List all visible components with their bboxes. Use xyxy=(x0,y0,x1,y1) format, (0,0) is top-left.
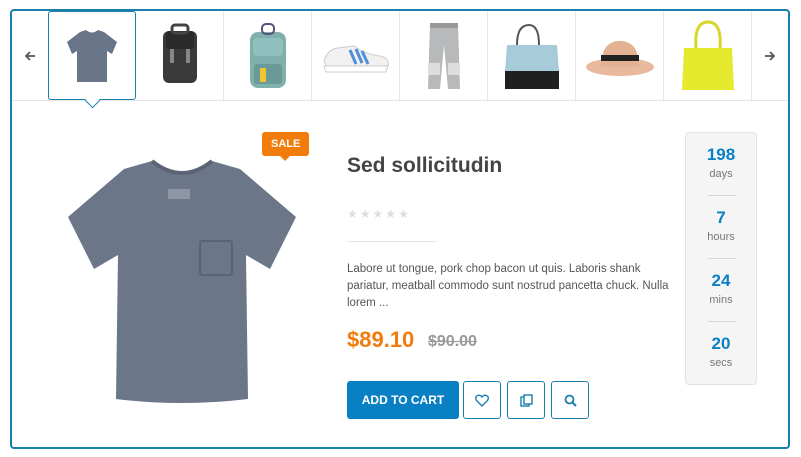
thumbnail-tote-blue[interactable] xyxy=(488,11,576,100)
sneaker-icon xyxy=(322,44,389,72)
backpack-icon xyxy=(162,23,197,83)
product-description: Labore ut tongue, pork chop bacon ut qui… xyxy=(347,263,669,309)
star-icon: ★ xyxy=(398,207,411,221)
countdown-mins: 24 mins xyxy=(686,271,756,306)
countdown-value: 20 xyxy=(711,334,731,353)
tote-bag-icon xyxy=(504,23,559,89)
thumbnail-tshirt[interactable] xyxy=(48,11,136,100)
arrow-left-icon xyxy=(24,50,35,61)
countdown-value: 198 xyxy=(706,145,736,164)
countdown-divider xyxy=(708,321,736,322)
thumbnail-tote-yellow[interactable] xyxy=(664,11,752,100)
arrow-right-icon xyxy=(765,50,776,61)
search-icon xyxy=(564,394,577,407)
heart-icon xyxy=(475,394,489,407)
thumbnail-backpack-teal[interactable] xyxy=(224,11,312,100)
hat-icon xyxy=(585,40,654,76)
divider xyxy=(347,241,437,242)
wishlist-button[interactable] xyxy=(463,381,501,419)
product-widget: SALE Sed sollicitudin ★★★★★ Labore ut to… xyxy=(10,9,790,449)
countdown-timer: 198 days 7 hours 24 mins 20 secs xyxy=(685,132,757,385)
tshirt-icon xyxy=(67,29,117,82)
star-icon: ★ xyxy=(359,207,373,221)
countdown-hours: 7 hours xyxy=(686,208,756,243)
thumbnail-hat[interactable] xyxy=(576,11,664,100)
quickview-button[interactable] xyxy=(551,381,589,419)
star-icon: ★ xyxy=(372,207,386,221)
countdown-secs: 20 secs xyxy=(686,334,756,369)
product-price: $89.10 xyxy=(347,327,415,352)
next-button[interactable] xyxy=(751,11,788,100)
product-title[interactable]: Sed sollicitudin xyxy=(347,154,502,178)
countdown-divider xyxy=(708,195,736,196)
thumbnail-sneaker[interactable] xyxy=(312,11,400,100)
pants-icon xyxy=(427,22,460,89)
countdown-label: days xyxy=(709,168,733,180)
countdown-label: hours xyxy=(707,231,735,243)
product-image xyxy=(52,151,312,421)
countdown-divider xyxy=(708,258,736,259)
countdown-value: 24 xyxy=(711,271,731,290)
tote-bag-icon xyxy=(681,19,734,90)
prev-button[interactable] xyxy=(12,11,49,100)
countdown-days: 198 days xyxy=(686,145,756,180)
compare-button[interactable] xyxy=(507,381,545,419)
sale-badge: SALE xyxy=(262,132,310,161)
product-old-price: $90.00 xyxy=(428,333,477,350)
add-to-cart-button[interactable]: ADD TO CART xyxy=(347,381,459,419)
copy-icon xyxy=(519,393,533,407)
backpack-icon xyxy=(249,22,286,88)
countdown-label: secs xyxy=(709,357,733,369)
countdown-value: 7 xyxy=(716,208,726,227)
rating-stars: ★★★★★ xyxy=(347,207,411,221)
thumbnail-backpack-black[interactable] xyxy=(136,11,224,100)
thumbnail-strip xyxy=(12,11,788,101)
thumbnail-pants[interactable] xyxy=(400,11,488,100)
star-icon: ★ xyxy=(385,207,399,221)
countdown-label: mins xyxy=(709,294,733,306)
star-icon: ★ xyxy=(347,207,360,221)
tshirt-image xyxy=(68,159,296,403)
